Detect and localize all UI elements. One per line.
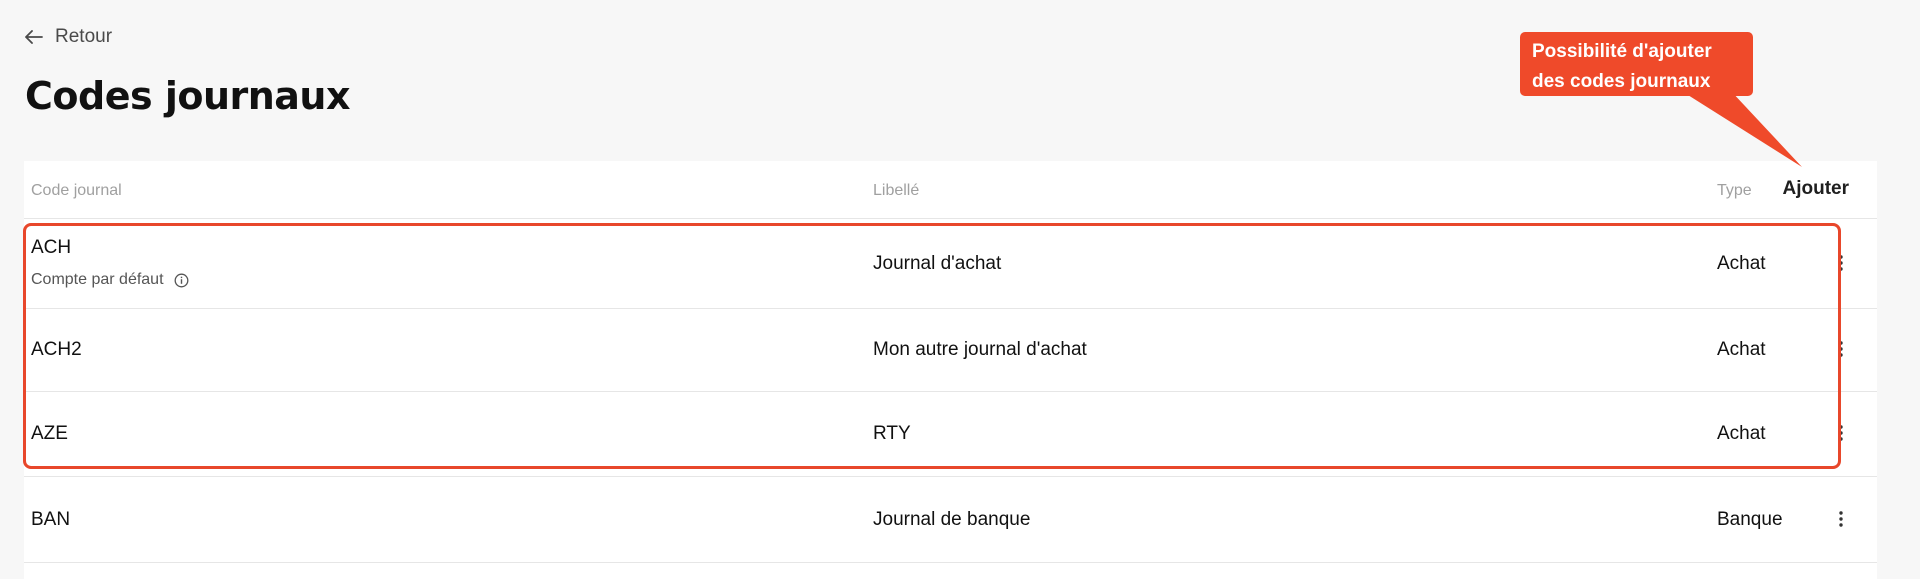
journal-codes-table: Code journal Libellé Type Ajouter ACH Co… bbox=[24, 161, 1877, 579]
more-vertical-icon bbox=[1839, 255, 1843, 271]
table-header: Code journal Libellé Type Ajouter bbox=[24, 161, 1877, 219]
info-icon[interactable] bbox=[174, 273, 189, 288]
row-type: Banque bbox=[1717, 509, 1783, 530]
annotation-line-2: des codes journaux bbox=[1532, 71, 1711, 92]
table-row[interactable]: ACH2 Mon autre journal d'achat Achat bbox=[24, 309, 1877, 392]
row-menu-button[interactable] bbox=[1834, 254, 1848, 272]
row-code: ACH bbox=[31, 237, 72, 258]
arrow-left-icon bbox=[25, 30, 43, 44]
annotation-line-1: Possibilité d'ajouter bbox=[1532, 41, 1712, 62]
column-header-code: Code journal bbox=[31, 182, 122, 199]
more-vertical-icon bbox=[1839, 341, 1843, 357]
row-code: AZE bbox=[31, 423, 68, 444]
table-row[interactable]: ACH Compte par défaut Journal d'achat Ac… bbox=[24, 220, 1877, 309]
more-vertical-icon bbox=[1839, 425, 1843, 441]
default-account-note: Compte par défaut bbox=[31, 271, 189, 289]
more-vertical-icon bbox=[1839, 511, 1843, 527]
row-code: ACH2 bbox=[31, 339, 82, 360]
row-type: Achat bbox=[1717, 339, 1766, 360]
row-label: Journal de banque bbox=[873, 509, 1031, 530]
row-menu-button[interactable] bbox=[1834, 340, 1848, 358]
back-link[interactable]: Retour bbox=[25, 26, 112, 48]
row-code: BAN bbox=[31, 509, 71, 530]
row-type: Achat bbox=[1717, 253, 1766, 274]
row-menu-button[interactable] bbox=[1834, 510, 1848, 528]
annotation-callout: Possibilité d'ajouter des codes journaux bbox=[1520, 32, 1753, 96]
page-title: Codes journaux bbox=[25, 74, 351, 118]
row-label: RTY bbox=[873, 423, 911, 444]
callout-pointer bbox=[1680, 90, 1802, 167]
column-header-label: Libellé bbox=[873, 182, 920, 199]
back-label: Retour bbox=[55, 26, 113, 47]
table-row[interactable]: AZE RTY Achat bbox=[24, 392, 1877, 477]
table-row[interactable]: BAN Journal de banque Banque bbox=[24, 479, 1877, 563]
row-type: Achat bbox=[1717, 423, 1766, 444]
column-header-type: Type bbox=[1717, 182, 1752, 199]
row-label: Journal d'achat bbox=[873, 253, 1002, 274]
row-label: Mon autre journal d'achat bbox=[873, 339, 1087, 360]
add-button[interactable]: Ajouter bbox=[1783, 178, 1850, 200]
row-menu-button[interactable] bbox=[1834, 424, 1848, 442]
default-account-label: Compte par défaut bbox=[31, 271, 164, 288]
